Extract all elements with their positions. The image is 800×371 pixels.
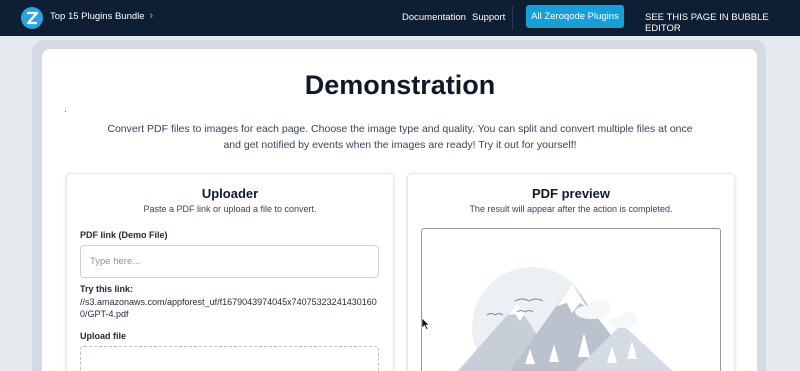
chevron-right-icon: › [149, 10, 154, 22]
preview-subtitle: The result will appear after the action … [469, 204, 673, 214]
uploader-title: Uploader [201, 186, 259, 201]
uploader-card: Uploader Paste a PDF link or upload a fi… [66, 173, 394, 371]
uploader-subtitle: Paste a PDF link or upload a file to con… [143, 204, 317, 214]
bubble-editor-link[interactable]: SEE THIS PAGE IN BUBBLE EDITOR [645, 12, 800, 34]
preview-area [421, 228, 721, 371]
nav-divider [512, 6, 513, 30]
page-description: Convert PDF files to images for each pag… [107, 123, 693, 151]
brand-link[interactable]: Top 15 Plugins Bundle › [50, 10, 154, 23]
upload-file-label: Upload file [80, 331, 127, 341]
all-plugins-button[interactable]: All Zeroqode Plugins [526, 5, 624, 28]
pdf-preview-card: PDF preview The result will appear after… [407, 173, 735, 371]
zeroqode-logo-mark [26, 11, 39, 25]
mouse-pointer-icon [421, 318, 429, 330]
page-title: Demonstration [304, 70, 496, 100]
nav-support-link[interactable]: Support [472, 12, 505, 23]
file-dropzone[interactable] [80, 346, 379, 371]
pdf-link-input[interactable] [80, 245, 379, 278]
nav-documentation-link[interactable]: Documentation [402, 12, 466, 23]
preview-title: PDF preview [531, 186, 611, 201]
mountain-landscape-illustration [457, 267, 673, 371]
stray-dot [65, 111, 66, 112]
try-link-url[interactable]: //s3.amazonaws.com/appforest_uf/f1679043… [80, 296, 380, 320]
try-link-label: Try this link: [80, 284, 134, 294]
pdf-link-label: PDF link (Demo File) [80, 230, 168, 240]
zeroqode-logo[interactable] [21, 7, 43, 29]
brand-name: Top 15 Plugins Bundle [50, 11, 145, 22]
top-nav-bar: Top 15 Plugins Bundle › Documentation Su… [0, 0, 800, 36]
